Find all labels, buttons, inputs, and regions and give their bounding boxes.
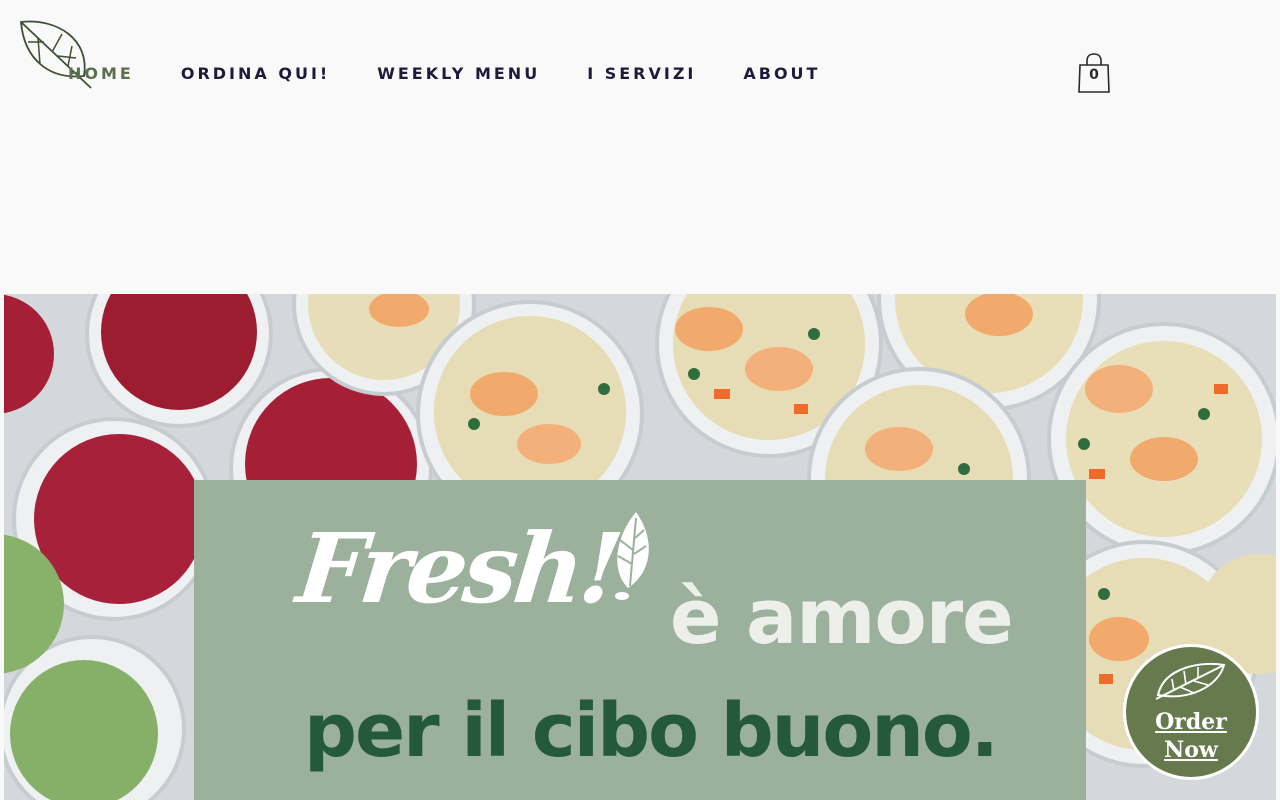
order-now-label-line1: Order [1155,709,1227,735]
site-header: HOME ORDINA QUI! WEEKLY MENU I SERVIZI A… [0,0,1280,294]
nav-item-i-servizi[interactable]: I SERVIZI [587,62,696,86]
order-now-label-line2: Now [1164,737,1218,763]
hero-headline-line2: per il cibo buono. [304,688,999,774]
main-nav: HOME ORDINA QUI! WEEKLY MENU I SERVIZI A… [68,62,867,86]
cart-button[interactable]: 0 [1076,52,1112,94]
cart-count: 0 [1089,67,1099,83]
nav-item-about[interactable]: ABOUT [743,62,820,86]
leaf-icon [1155,662,1226,700]
hero-banner: Fresh! è amore per il cibo buono. [194,480,1086,800]
nav-item-home[interactable]: HOME [68,62,134,86]
order-now-button[interactable]: Order Now [1123,644,1259,780]
hero-headline-line1: è amore [670,572,1014,661]
brand-wordmark: Fresh! [292,512,625,625]
leaf-accent-icon [615,512,649,600]
nav-item-weekly-menu[interactable]: WEEKLY MENU [377,62,540,86]
nav-item-ordina-qui[interactable]: ORDINA QUI! [181,62,330,86]
